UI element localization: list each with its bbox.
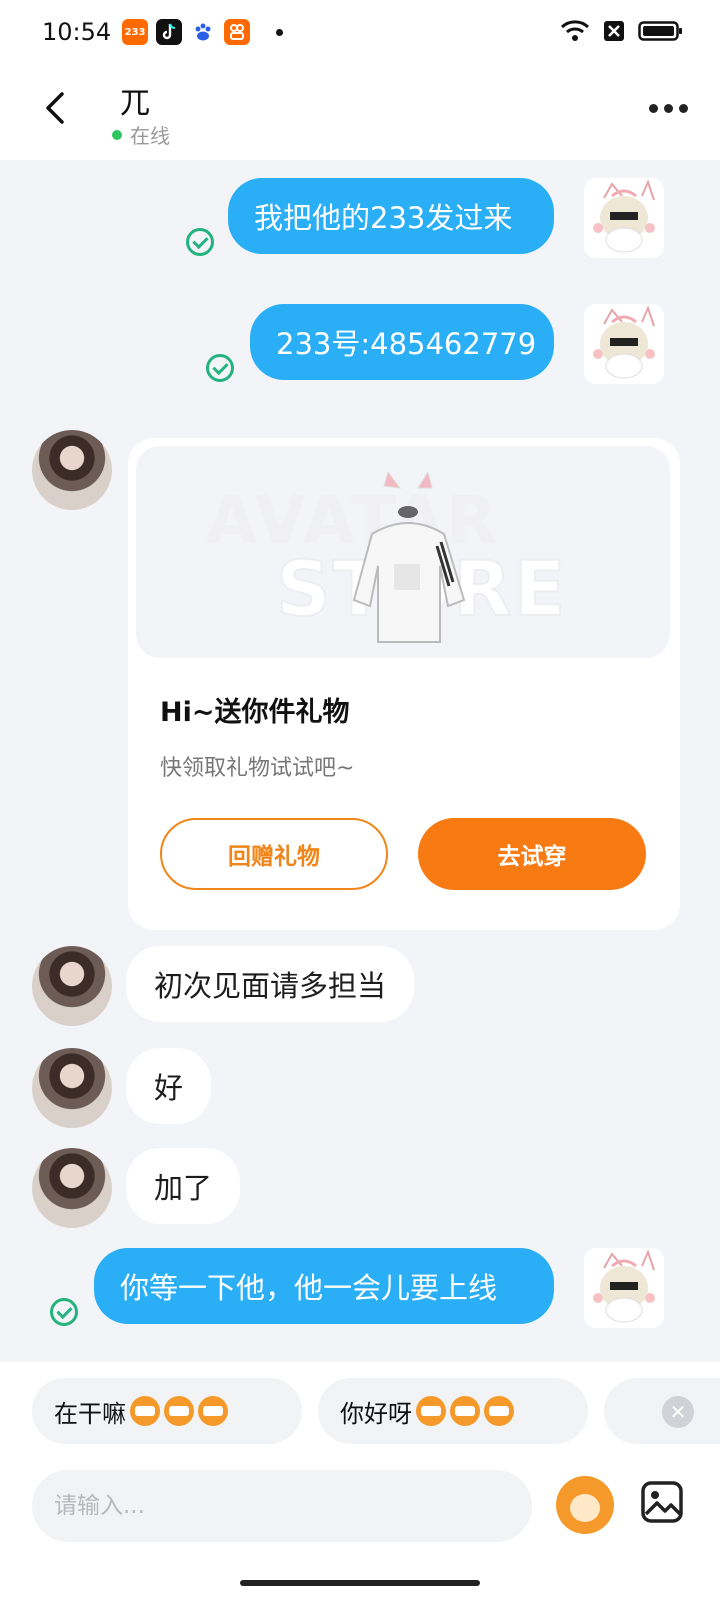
home-indicator [240, 1580, 480, 1586]
my-avatar[interactable] [584, 178, 664, 258]
app-233-icon: 233 [122, 19, 148, 45]
more-options-button[interactable] [649, 104, 688, 113]
message-bubble[interactable]: 加了 [126, 1148, 241, 1224]
read-check-icon [186, 228, 214, 256]
surprised-emoji-icon [450, 1396, 480, 1426]
laughing-emoji-icon [198, 1396, 228, 1426]
message-bubble[interactable]: 我把他的233发过来 [228, 178, 554, 254]
hoodie-gift-icon [352, 472, 466, 643]
quick-reply-label: 你好呀 [340, 1399, 412, 1428]
laughing-emoji-icon [130, 1396, 160, 1426]
contact-avatar[interactable] [32, 946, 112, 1026]
my-avatar[interactable] [584, 1248, 664, 1328]
message-text: 我把他的233发过来 [254, 201, 513, 235]
message-bubble[interactable]: 初次见面请多担当 [126, 946, 415, 1022]
baidu-icon [190, 19, 216, 45]
message-list[interactable]: 我把他的233发过来 233号:485462779 AVATAR STORE H… [0, 160, 720, 1360]
image-icon [641, 1481, 683, 1523]
cat-girl-avatar-icon [593, 179, 655, 253]
chevron-left-icon [46, 92, 64, 124]
message-bubble[interactable]: 你等一下他，他一会儿要上线 [94, 1248, 554, 1324]
message-bubble[interactable]: 好 [126, 1048, 212, 1124]
online-dot [112, 129, 122, 140]
kuaishou-icon [224, 19, 250, 45]
contact-avatar[interactable] [32, 1148, 112, 1228]
image-picker-button[interactable] [640, 1480, 684, 1524]
try-on-button[interactable]: 去试穿 [418, 818, 646, 890]
gift-card-title: Hi~送你件礼物 [160, 697, 350, 728]
gift-preview-image: AVATAR STORE [136, 446, 670, 658]
quick-reply-bar: 在干嘛 你好呀 ✕ [0, 1362, 720, 1456]
wifi-icon [560, 20, 590, 41]
message-text: 好 [154, 1071, 184, 1105]
message-text: 加了 [154, 1171, 213, 1205]
no-sim-icon [604, 21, 624, 41]
message-input[interactable] [32, 1470, 532, 1542]
message-text: 你等一下他，他一会儿要上线 [120, 1271, 498, 1305]
message-text: 233号:485462779 [276, 327, 537, 361]
return-gift-button[interactable]: 回赠礼物 [160, 818, 388, 890]
battery-icon [638, 21, 682, 41]
input-bar [0, 1456, 720, 1600]
online-status: 在线 [112, 120, 170, 149]
quick-reply-chip[interactable]: 在干嘛 [32, 1378, 302, 1444]
my-avatar[interactable] [584, 304, 664, 384]
close-quick-replies-button[interactable]: ✕ [662, 1396, 694, 1428]
laughing-emoji-icon [164, 1396, 194, 1426]
quick-reply-chip[interactable]: 你好呀 [318, 1378, 588, 1444]
message-text: 初次见面请多担当 [154, 969, 387, 1003]
status-bar: 10:54 233 [0, 0, 720, 64]
surprised-emoji-icon [484, 1396, 514, 1426]
status-time: 10:54 [42, 18, 112, 46]
more-dot-icon [649, 104, 658, 113]
emoji-mascot-button[interactable] [556, 1476, 614, 1534]
gift-card-subtitle: 快领取礼物试试吧~ [160, 756, 355, 781]
cat-girl-avatar-icon [593, 1249, 655, 1323]
online-status-label: 在线 [130, 124, 170, 148]
gift-card[interactable]: AVATAR STORE Hi~送你件礼物 快领取礼物试试吧~ 回赠礼物 去试穿 [128, 438, 680, 930]
tiktok-icon [156, 19, 182, 45]
back-button[interactable] [40, 88, 70, 128]
quick-reply-label: 在干嘛 [54, 1399, 126, 1428]
message-bubble[interactable]: 233号:485462779 [250, 304, 554, 380]
cat-girl-avatar-icon [593, 305, 655, 379]
close-icon: ✕ [669, 1400, 687, 1424]
contact-avatar[interactable] [32, 1048, 112, 1128]
surprised-emoji-icon [416, 1396, 446, 1426]
read-check-icon [206, 354, 234, 382]
contact-avatar[interactable] [32, 430, 112, 510]
chat-header: 兀 在线 [0, 64, 720, 160]
contact-name: 兀 [120, 86, 150, 121]
read-check-icon [50, 1298, 78, 1326]
notification-dot [276, 29, 283, 36]
